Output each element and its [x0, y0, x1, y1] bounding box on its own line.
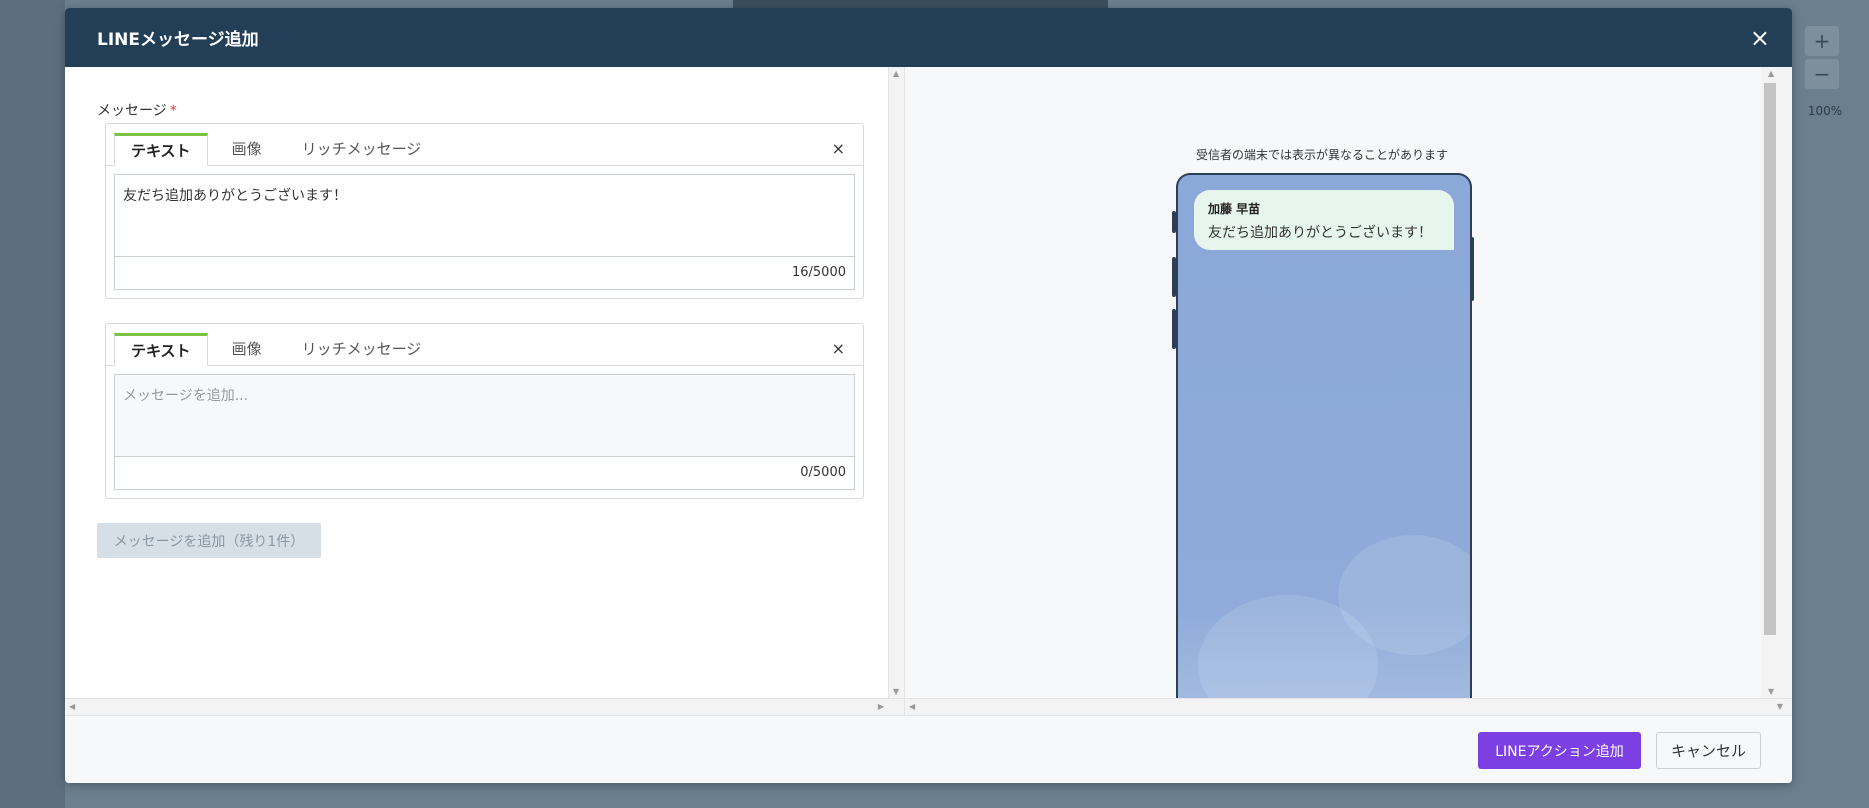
sender-name: 加藤 早苗 — [1208, 202, 1261, 216]
tab-text[interactable]: テキスト — [114, 133, 208, 166]
line-message-modal: LINEメッセージ追加 × メッセージ * テキスト 画像 リッチメッセージ × … — [65, 8, 1792, 783]
message-label: メッセージ * — [97, 100, 177, 120]
modal-footer: LINEアクション追加 キャンセル — [65, 715, 1792, 783]
preview-pane: 受信者の端末では表示が異なることがあります 加藤 早苗 友だち追加ありがとうござ… — [904, 67, 1792, 715]
zoom-out-button[interactable]: − — [1805, 59, 1839, 89]
scroll-up-icon[interactable]: ▲ — [1768, 69, 1774, 78]
character-counter: 16/5000 — [791, 265, 846, 280]
chat-bubble: 加藤 早苗 友だち追加ありがとうございます！ — [1194, 190, 1454, 250]
message-editor-pane: メッセージ * テキスト 画像 リッチメッセージ × 友だち追加ありがとうございま… — [65, 67, 904, 715]
scroll-down-icon[interactable]: ▼ — [893, 687, 899, 696]
message-card: テキスト 画像 リッチメッセージ × 友だち追加ありがとうございます！ 16/5… — [105, 123, 864, 299]
zoom-control: + − — [1805, 26, 1839, 90]
message-textarea[interactable]: 友だち追加ありがとうございます！ — [115, 175, 854, 257]
preview-note: 受信者の端末では表示が異なることがあります — [1195, 148, 1448, 162]
modal-header: LINEメッセージ追加 × — [65, 8, 1792, 67]
horizontal-scrollbar[interactable]: ◀ ▼ — [905, 698, 1792, 715]
tab-text[interactable]: テキスト — [114, 333, 208, 366]
tab-image[interactable]: 画像 — [216, 132, 278, 165]
background-panel — [0, 0, 65, 808]
tab-rich-message[interactable]: リッチメッセージ — [286, 332, 438, 365]
message-label-text: メッセージ — [97, 103, 167, 119]
vertical-scrollbar[interactable]: ▲ ▼ — [888, 67, 904, 698]
message-type-tabs: テキスト 画像 リッチメッセージ × — [106, 124, 863, 166]
tab-rich-message[interactable]: リッチメッセージ — [286, 132, 438, 165]
character-counter: 0/5000 — [800, 465, 846, 480]
background-image — [733, 0, 1108, 8]
close-icon[interactable]: × — [832, 139, 845, 158]
zoom-level: 100% — [1807, 104, 1843, 118]
scroll-left-icon[interactable]: ◀ — [909, 702, 915, 711]
tab-image[interactable]: 画像 — [216, 332, 278, 365]
message-card: テキスト 画像 リッチメッセージ × メッセージを追加... 0/5000 — [105, 323, 864, 499]
message-textarea-wrap: メッセージを追加... 0/5000 — [114, 374, 855, 490]
scroll-right-icon[interactable]: ▶ — [878, 702, 884, 711]
scrollbar-thumb[interactable] — [1764, 83, 1776, 635]
scroll-up-icon[interactable]: ▲ — [893, 69, 899, 78]
phone-preview: 加藤 早苗 友だち追加ありがとうございます！ — [1176, 173, 1472, 715]
close-icon[interactable]: × — [832, 339, 845, 358]
zoom-in-button[interactable]: + — [1805, 26, 1839, 56]
add-message-button[interactable]: メッセージを追加（残り1件） — [97, 523, 321, 558]
scroll-left-icon[interactable]: ◀ — [69, 702, 75, 711]
message-textarea[interactable]: メッセージを追加... — [115, 375, 854, 457]
scroll-down-icon[interactable]: ▼ — [1768, 687, 1774, 696]
scroll-right-icon[interactable]: ▼ — [1777, 702, 1783, 711]
bubble-message: 友だち追加ありがとうございます！ — [1208, 225, 1432, 241]
modal-title: LINEメッセージ追加 — [97, 30, 259, 50]
horizontal-scrollbar[interactable]: ◀ ▶ — [65, 698, 904, 715]
add-line-action-button[interactable]: LINEアクション追加 — [1478, 732, 1641, 769]
vertical-scrollbar[interactable]: ▲ ▼ — [1761, 67, 1792, 698]
required-mark: * — [169, 103, 177, 119]
message-type-tabs: テキスト 画像 リッチメッセージ × — [106, 324, 863, 366]
cancel-button[interactable]: キャンセル — [1656, 732, 1761, 769]
modal-body: メッセージ * テキスト 画像 リッチメッセージ × 友だち追加ありがとうございま… — [65, 67, 1792, 715]
message-textarea-wrap: 友だち追加ありがとうございます！ 16/5000 — [114, 174, 855, 290]
close-icon[interactable]: × — [1750, 26, 1770, 50]
